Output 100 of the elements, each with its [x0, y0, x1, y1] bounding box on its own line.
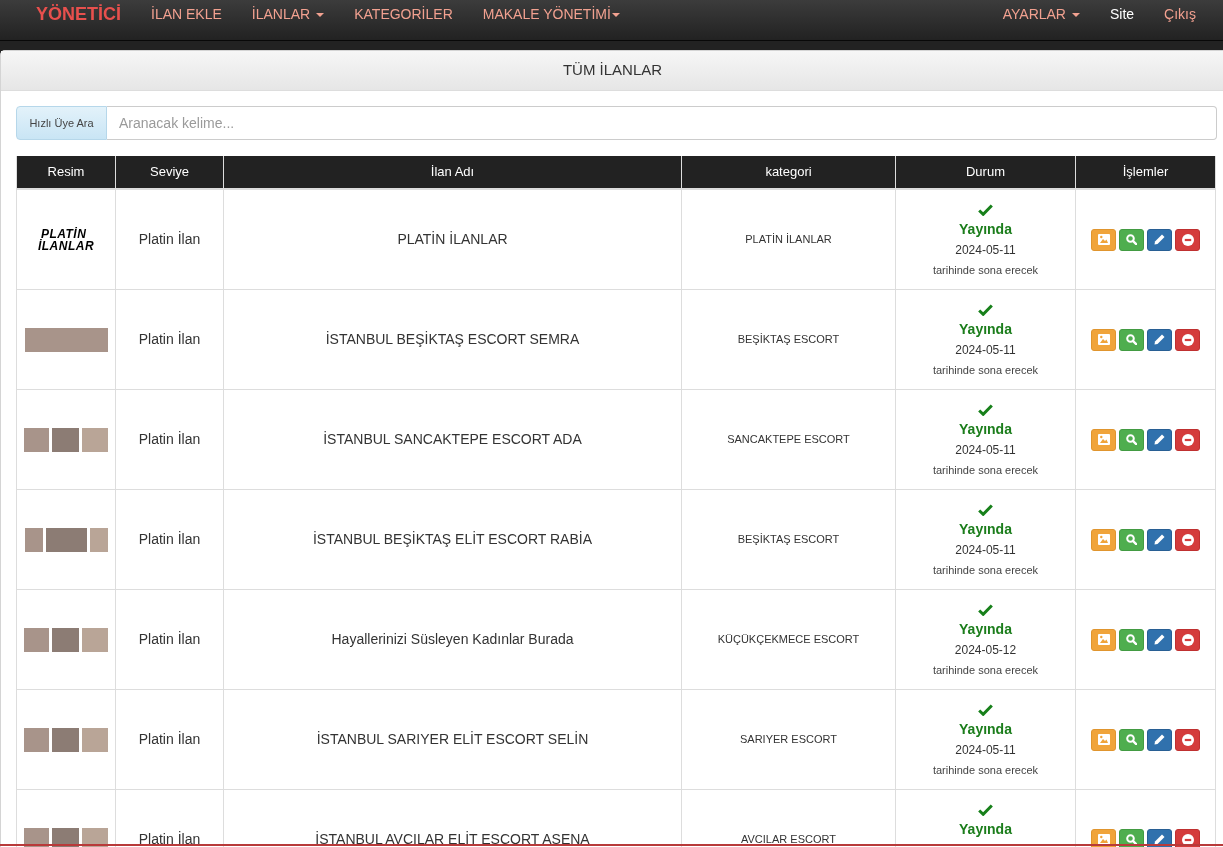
minus-circle-icon [1181, 633, 1194, 646]
nav-link[interactable]: Site [1095, 4, 1150, 25]
search-field[interactable]: Aranacak kelime... [107, 106, 1217, 140]
panel-title: TÜM İLANLAR [562, 60, 663, 81]
status-label: Yayında [959, 320, 1012, 339]
level-label: Platin İlan [138, 830, 201, 847]
edit-button[interactable] [1147, 328, 1172, 351]
pencil-icon [1154, 334, 1165, 345]
photo-placeholder [52, 727, 79, 752]
status-label: Yayında [959, 520, 1012, 539]
status-label: Yayında [959, 720, 1012, 739]
delete-button[interactable] [1175, 428, 1200, 451]
listing-title: İSTANBUL BEŞİKTAŞ ELİT ESCORT RABİA [312, 530, 593, 549]
listing-title: İSTANBUL SANCAKTEPE ESCORT ADA [323, 430, 582, 449]
delete-button[interactable] [1175, 628, 1200, 651]
check-icon [978, 804, 993, 816]
expiry-note: tarihinde sona erecek [932, 363, 1039, 378]
category-label: AVCILAR ESCORT [741, 832, 836, 847]
delete-button[interactable] [1175, 328, 1200, 351]
column-header: İşlemler [1076, 156, 1216, 190]
listing-title: İSTANBUL AVCILAR ELİT ESCORT ASENA [315, 830, 590, 847]
photo-placeholder [45, 527, 87, 552]
nav-link[interactable]: KATEGORİLER [339, 4, 468, 25]
category-label: BEŞİKTAŞ ESCORT [737, 332, 840, 348]
search-icon [1126, 634, 1137, 645]
view-button[interactable] [1119, 328, 1144, 351]
picture-icon [1097, 234, 1110, 245]
nav-link[interactable]: Çıkış [1149, 4, 1211, 25]
level-label: Platin İlan [138, 730, 201, 749]
photo-placeholder [89, 527, 108, 552]
listing-title: Hayallerinizi Süsleyen Kadınlar Burada [331, 630, 574, 649]
expiry-note: tarihinde sona erecek [932, 563, 1039, 578]
level-label: Platin İlan [138, 230, 201, 249]
nav-link[interactable]: AYARLAR [987, 4, 1095, 25]
expiry-date: 2024-05-12 [954, 642, 1017, 659]
picture-icon [1097, 534, 1110, 545]
minus-circle-icon [1181, 333, 1194, 346]
minus-circle-icon [1181, 433, 1194, 446]
expiry-date: 2024-05-11 [955, 542, 1016, 559]
listing-title: İSTANBUL SARIYER ELİT ESCORT SELİN [316, 730, 589, 749]
search-label: Hızlı Üye Ara [16, 106, 107, 140]
expiry-note: tarihinde sona erecek [932, 763, 1039, 778]
category-label: PLATİN İLANLAR [745, 232, 832, 248]
pencil-icon [1154, 234, 1165, 245]
search-icon [1126, 434, 1137, 445]
photo-placeholder [24, 627, 49, 652]
edit-button[interactable] [1147, 628, 1172, 651]
picture-icon [1097, 634, 1110, 645]
listing-title: İSTANBUL BEŞİKTAŞ ESCORT SEMRA [325, 330, 580, 349]
category-label: KÜÇÜKÇEKMECE ESCORT [717, 632, 860, 648]
search-icon [1126, 734, 1137, 745]
check-icon [978, 204, 993, 216]
photo-placeholder [82, 427, 108, 452]
edit-button[interactable] [1147, 228, 1172, 251]
level-label: Platin İlan [138, 630, 201, 649]
status-label: Yayında [959, 620, 1012, 639]
expiry-date: 2024-05-11 [955, 242, 1016, 259]
minus-circle-icon [1181, 533, 1194, 546]
brand-link[interactable]: YÖNETİCİ [21, 4, 136, 25]
picture-icon [1097, 434, 1110, 445]
photo-placeholder [52, 627, 79, 652]
status-label: Yayında [959, 820, 1012, 839]
view-button[interactable] [1119, 528, 1144, 551]
nav-link[interactable]: İLAN EKLE [136, 4, 237, 25]
pencil-icon [1154, 434, 1165, 445]
category-label: BEŞİKTAŞ ESCORT [737, 532, 840, 548]
photo-placeholder [24, 527, 43, 552]
delete-button[interactable] [1175, 228, 1200, 251]
edit-button[interactable] [1147, 528, 1172, 551]
photo-placeholder [82, 627, 108, 652]
picture-icon [1097, 734, 1110, 745]
photo-placeholder [52, 427, 79, 452]
expiry-date: 2024-05-11 [955, 742, 1016, 759]
expiry-note: tarihinde sona erecek [932, 463, 1039, 478]
status-label: Yayında [959, 220, 1012, 239]
category-label: SANCAKTEPE ESCORT [727, 432, 850, 448]
delete-button[interactable] [1175, 528, 1200, 551]
view-button[interactable] [1119, 728, 1144, 751]
search-icon [1126, 534, 1137, 545]
delete-button[interactable] [1175, 728, 1200, 751]
check-icon [978, 704, 993, 716]
picture-icon [1097, 834, 1110, 845]
expiry-note: tarihinde sona erecek [932, 663, 1039, 678]
pencil-icon [1154, 534, 1165, 545]
edit-button[interactable] [1147, 728, 1172, 751]
logo-text: PLATİN İLANLAR [37, 227, 95, 252]
search-icon [1126, 334, 1137, 345]
search-icon [1126, 234, 1137, 245]
view-button[interactable] [1119, 628, 1144, 651]
expiry-date: 2024-05-11 [955, 442, 1016, 459]
edit-button[interactable] [1147, 428, 1172, 451]
pencil-icon [1154, 734, 1165, 745]
view-button[interactable] [1119, 228, 1144, 251]
check-icon [978, 504, 993, 516]
expiry-note: tarihinde sona erecek [932, 263, 1039, 278]
nav-link[interactable]: İLANLAR [236, 4, 340, 25]
expiry-date: 2024-05-11 [955, 342, 1016, 359]
nav-link[interactable]: MAKALE YÖNETİMİ [467, 4, 635, 25]
view-button[interactable] [1119, 428, 1144, 451]
status-label: Yayında [959, 420, 1012, 439]
